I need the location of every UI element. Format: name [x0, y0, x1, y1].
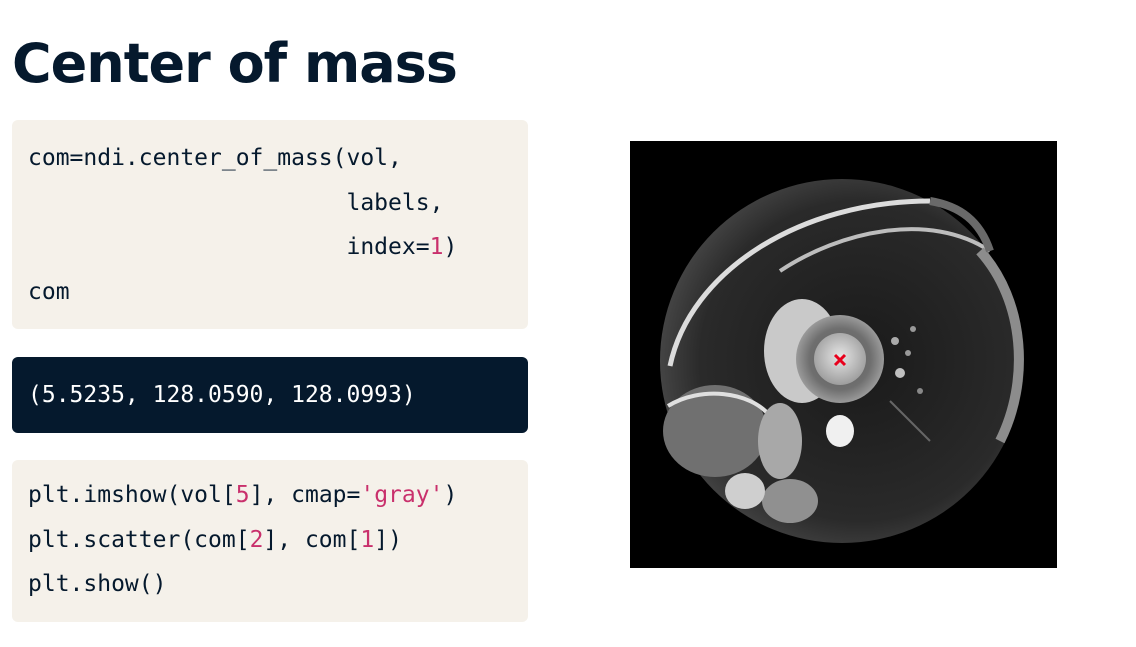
code-block-plot: plt.imshow(vol[5], cmap='gray') plt.scatt… [12, 460, 528, 622]
code-token: index= [28, 234, 430, 260]
code-token: ], com[ [263, 526, 361, 553]
code-literal: 1 [360, 526, 375, 553]
code-token: ]) [374, 526, 402, 553]
slide-title: Center of mass [12, 32, 458, 95]
code-token: plt.imshow(vol[ [28, 482, 236, 508]
code-token: ) [443, 482, 458, 508]
mri-slice-graphic [660, 179, 1024, 543]
code-token: plt.show() [28, 571, 167, 597]
code-line: labels, [28, 181, 512, 226]
code-token: labels, [28, 189, 444, 216]
code-line: plt.scatter(com[2], com[1]) [28, 518, 512, 563]
code-line: plt.imshow(vol[5], cmap='gray') [28, 473, 512, 518]
code-token: plt.scatter(com[ [28, 526, 250, 553]
code-line: index=1) [28, 225, 512, 270]
code-line: com [28, 270, 512, 315]
code-token: com=ndi.center_of_mass(vol, [28, 145, 402, 171]
code-token: com [28, 278, 70, 305]
code-literal: 1 [429, 234, 444, 260]
code-block-center-of-mass: com=ndi.center_of_mass(vol, labels, inde… [12, 120, 528, 329]
code-literal: 2 [249, 526, 264, 553]
code-line: plt.show() [28, 562, 512, 607]
code-output: (5.5235, 128.0590, 128.0993) [12, 357, 528, 433]
code-token: ], cmap= [249, 482, 361, 508]
code-token: ) [443, 234, 458, 260]
code-literal: 5 [235, 482, 250, 508]
mri-image [630, 141, 1057, 568]
code-literal: 'gray' [360, 482, 444, 508]
code-line: com=ndi.center_of_mass(vol, [28, 136, 512, 181]
